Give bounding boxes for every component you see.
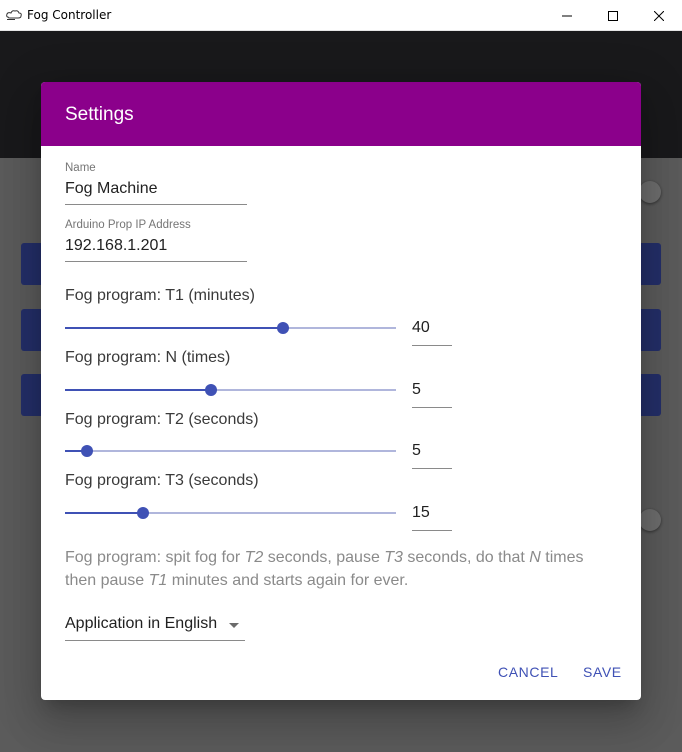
- app-icon: [6, 10, 22, 20]
- maximize-icon[interactable]: [590, 0, 636, 31]
- t1-value-input[interactable]: [412, 319, 452, 346]
- slider-t1-label: Fog program: T1 (minutes): [65, 287, 255, 304]
- slider-t3-label: Fog program: T3 (seconds): [65, 472, 259, 489]
- slider-t2[interactable]: [65, 441, 396, 461]
- n-value-input[interactable]: [412, 381, 452, 408]
- dialog-title: Settings: [65, 104, 134, 125]
- settings-dialog: Settings Name Arduino Prop IP Address Fo…: [41, 82, 641, 700]
- slider-thumb[interactable]: [205, 384, 217, 396]
- slider-thumb[interactable]: [81, 445, 93, 457]
- slider-thumb[interactable]: [137, 507, 149, 519]
- help-text-var: T3: [384, 549, 403, 566]
- save-button[interactable]: SAVE: [583, 664, 622, 680]
- slider-t2-label: Fog program: T2 (seconds): [65, 411, 259, 428]
- ip-field-label: Arduino Prop IP Address: [65, 219, 191, 231]
- name-input[interactable]: [65, 178, 247, 205]
- slider-n-label: Fog program: N (times): [65, 349, 231, 366]
- slider-track: [65, 389, 211, 391]
- help-text-part: minutes and starts again for ever.: [167, 572, 409, 589]
- t3-value-input[interactable]: [412, 504, 452, 531]
- minimize-icon[interactable]: [544, 0, 590, 31]
- help-text-var: T1: [148, 572, 168, 589]
- chevron-down-icon: [229, 623, 239, 628]
- window-title: Fog Controller: [27, 8, 112, 22]
- help-text-var: T2: [244, 549, 264, 566]
- slider-track: [65, 327, 283, 329]
- slider-thumb[interactable]: [277, 322, 289, 334]
- name-field-label: Name: [65, 162, 96, 174]
- close-icon[interactable]: [636, 0, 682, 31]
- slider-n[interactable]: [65, 380, 396, 400]
- help-text: Fog program: spit fog for T2 seconds, pa…: [65, 546, 615, 592]
- slider-track: [65, 512, 143, 514]
- help-text-var: N: [529, 549, 541, 566]
- cancel-button[interactable]: CANCEL: [498, 664, 558, 680]
- language-select[interactable]: Application in English: [65, 613, 245, 641]
- slider-t1[interactable]: [65, 318, 396, 338]
- ip-input[interactable]: [65, 235, 247, 262]
- help-text-part: seconds, do that: [402, 549, 530, 566]
- help-text-part: Fog program: spit fog for: [65, 549, 245, 566]
- name-field: Name: [65, 162, 247, 205]
- t2-value-input[interactable]: [412, 442, 452, 469]
- ip-field: Arduino Prop IP Address: [65, 219, 247, 262]
- help-text-part: seconds, pause: [263, 549, 385, 566]
- window-titlebar: Fog Controller: [0, 0, 682, 31]
- slider-t3[interactable]: [65, 503, 396, 523]
- language-select-value: Application in English: [65, 615, 218, 632]
- slider-rail: [65, 450, 396, 452]
- dialog-header: Settings: [41, 82, 641, 146]
